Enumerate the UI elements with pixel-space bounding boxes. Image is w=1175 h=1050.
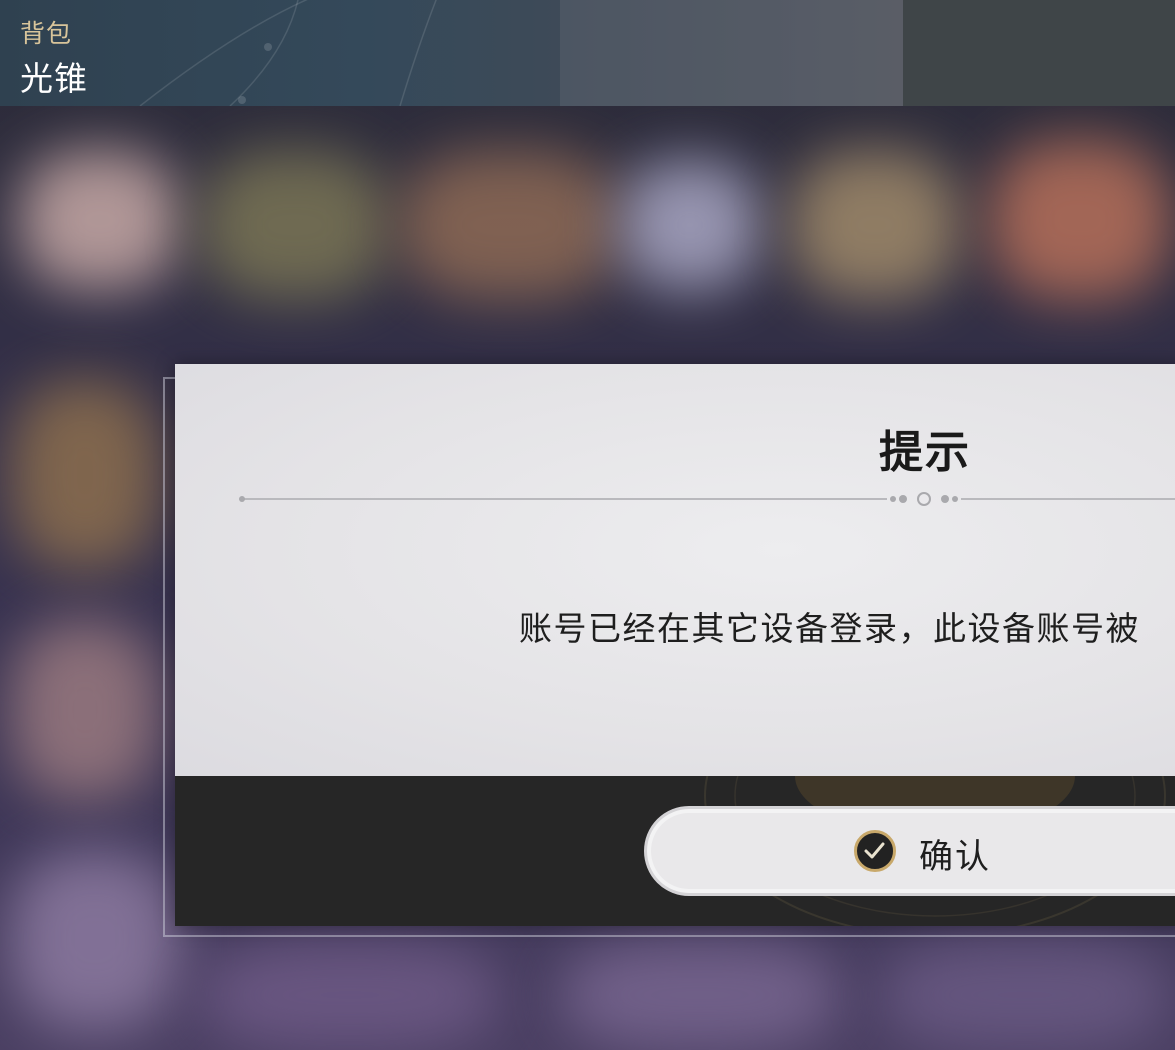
- header-decoration-icon: [139, 0, 903, 106]
- dialog-message: 账号已经在其它设备登录，此设备账号被: [519, 609, 1140, 648]
- confirm-button[interactable]: 确认: [644, 806, 1175, 896]
- confirm-label: 确认: [919, 837, 991, 877]
- page-title: 光锥: [20, 59, 88, 98]
- title-divider: [239, 492, 1175, 506]
- checkmark-icon: [854, 830, 896, 872]
- alert-dialog: 提示 账号已经在其它设备登录，此设备账号被 确认: [175, 364, 1175, 926]
- app-screen: 背包 光锥 提示 账号已经在其它设备登录，此设备账号被 确认: [0, 0, 1175, 1050]
- top-header: 背包 光锥: [0, 0, 1175, 106]
- header-banner: 背包 光锥: [0, 0, 903, 106]
- dialog-body: 提示 账号已经在其它设备登录，此设备账号被: [175, 364, 1175, 776]
- breadcrumb[interactable]: 背包: [20, 14, 72, 50]
- dialog-title: 提示: [879, 427, 971, 478]
